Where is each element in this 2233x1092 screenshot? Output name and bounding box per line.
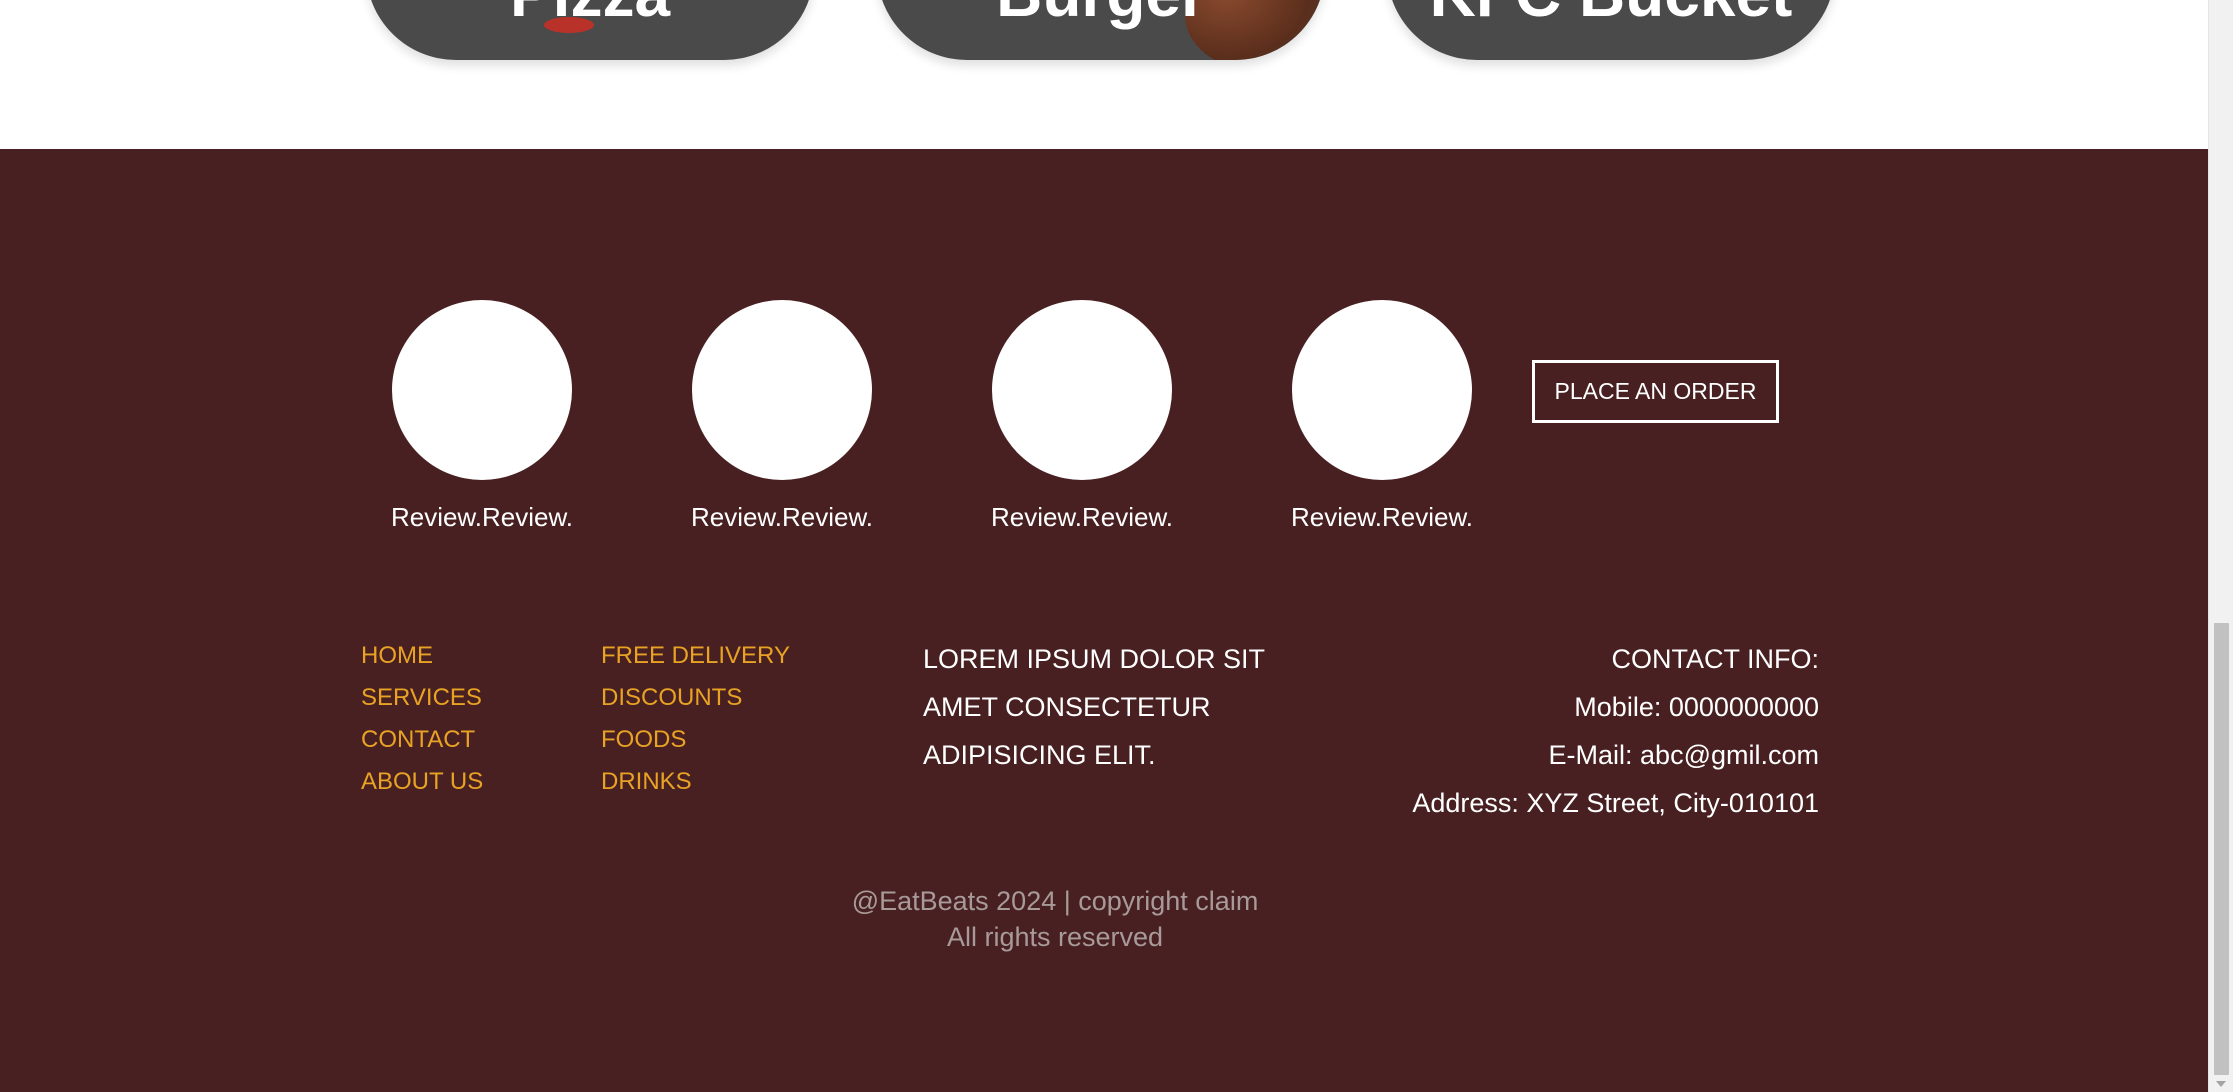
footer-nav-main: HOME SERVICES CONTACT ABOUT US bbox=[361, 635, 483, 803]
review-text: Review.Review. bbox=[1290, 502, 1474, 532]
review-text: Review.Review. bbox=[390, 502, 574, 532]
contact-address: Address: XYZ Street, City-010101 bbox=[1412, 788, 1819, 818]
scrollbar-thumb[interactable] bbox=[2214, 623, 2229, 1075]
scroll-down-arrow-icon[interactable] bbox=[2216, 1081, 2226, 1087]
footer-link-home[interactable]: HOME bbox=[361, 635, 483, 677]
food-card-pizza[interactable]: Pizza bbox=[366, 0, 814, 60]
review-item: Review.Review. bbox=[652, 300, 912, 532]
tagline-line: ADIPISICING ELIT. bbox=[923, 740, 1156, 770]
vertical-scrollbar[interactable] bbox=[2208, 0, 2233, 1092]
copyright-notice: @EatBeats 2024 | copyright claim All rig… bbox=[0, 883, 2110, 955]
rights-reserved-line: All rights reserved bbox=[946, 922, 1164, 952]
footer-link-contact[interactable]: CONTACT bbox=[361, 719, 483, 761]
tagline-line: AMET CONSECTETUR bbox=[923, 692, 1211, 722]
food-card-burger[interactable]: Burger bbox=[877, 0, 1325, 60]
review-item: Review.Review. bbox=[952, 300, 1212, 532]
food-menu-section: Pizza Burger KFC Bucket bbox=[0, 0, 2208, 149]
footer-link-services[interactable]: SERVICES bbox=[361, 677, 483, 719]
footer-link-discounts[interactable]: DISCOUNTS bbox=[601, 677, 790, 719]
copyright-line: @EatBeats 2024 | copyright claim bbox=[851, 886, 1259, 916]
food-card-kfc-bucket[interactable]: KFC Bucket bbox=[1387, 0, 1835, 60]
food-card-label: Pizza bbox=[366, 0, 814, 26]
footer-tagline: LOREM IPSUM DOLOR SIT AMET CONSECTETUR A… bbox=[923, 635, 1303, 779]
page-viewport: Pizza Burger KFC Bucket Review.Review. R… bbox=[0, 0, 2233, 1092]
review-item: Review.Review. bbox=[1252, 300, 1512, 532]
tagline-line: LOREM IPSUM DOLOR SIT bbox=[923, 644, 1266, 674]
reviewer-avatar bbox=[992, 300, 1172, 480]
footer-link-drinks[interactable]: DRINKS bbox=[601, 761, 790, 803]
review-text: Review.Review. bbox=[990, 502, 1174, 532]
food-card-label: KFC Bucket bbox=[1387, 0, 1835, 26]
reviewer-avatar bbox=[1292, 300, 1472, 480]
footer-nav-offers: FREE DELIVERY DISCOUNTS FOODS DRINKS bbox=[601, 635, 790, 803]
reviewer-avatar bbox=[692, 300, 872, 480]
footer-link-about-us[interactable]: ABOUT US bbox=[361, 761, 483, 803]
place-order-button[interactable]: PLACE AN ORDER bbox=[1532, 360, 1779, 423]
site-footer: Review.Review. Review.Review. Review.Rev… bbox=[0, 149, 2208, 1092]
contact-mobile: Mobile: 0000000000 bbox=[1574, 692, 1819, 722]
review-item: Review.Review. bbox=[352, 300, 612, 532]
footer-link-foods[interactable]: FOODS bbox=[601, 719, 790, 761]
contact-email: E-Mail: abc@gmil.com bbox=[1548, 740, 1819, 770]
contact-heading: CONTACT INFO: bbox=[1611, 644, 1820, 674]
reviewer-avatar bbox=[392, 300, 572, 480]
food-card-label: Burger bbox=[877, 0, 1325, 26]
footer-link-free-delivery[interactable]: FREE DELIVERY bbox=[601, 635, 790, 677]
contact-info: CONTACT INFO: Mobile: 0000000000 E-Mail:… bbox=[1412, 635, 1819, 827]
review-text: Review.Review. bbox=[690, 502, 874, 532]
